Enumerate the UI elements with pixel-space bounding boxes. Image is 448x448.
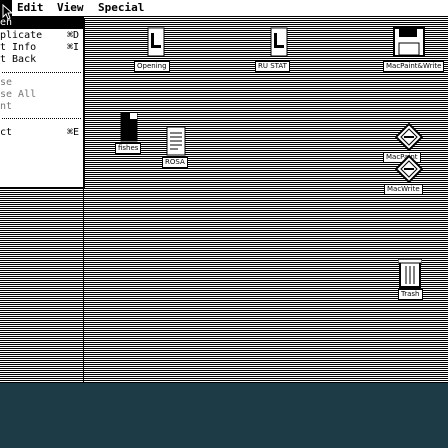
- menu-item-close-all[interactable]: se All: [0, 89, 83, 101]
- menu-edit[interactable]: Edit: [17, 1, 44, 14]
- trash-icon[interactable]: Trash: [392, 258, 432, 300]
- icon-label: Trash: [398, 289, 423, 300]
- menu-item-put-back[interactable]: t Back: [0, 54, 83, 66]
- trash-can-icon: [398, 258, 422, 288]
- menu-separator: [0, 69, 83, 75]
- document-icon-rosa[interactable]: ROSA: [160, 126, 194, 168]
- arrow-cursor-icon: [2, 4, 13, 20]
- menu-view[interactable]: View: [57, 1, 84, 14]
- folder-icon-macpaint-write[interactable]: MacPaint&Write: [383, 27, 445, 73]
- disk-icon: [393, 27, 425, 57]
- screen-bezel: [0, 383, 448, 448]
- menu-bar: Edit View Special: [0, 0, 448, 17]
- icon-label: MacPaint&Write: [383, 61, 445, 72]
- icon-label: MacWrite: [384, 184, 423, 195]
- document-icon-fishes[interactable]: fishes: [115, 112, 155, 154]
- file-menu-dropdown: en plicate ⌘D t Info ⌘I t Back se se All…: [0, 17, 84, 188]
- menu-item-close[interactable]: se: [0, 77, 83, 89]
- menu-item-print[interactable]: nt: [0, 101, 83, 113]
- document-icon: [120, 112, 138, 142]
- document-icon-opening[interactable]: Opening: [130, 27, 180, 73]
- menu-special[interactable]: Special: [98, 1, 144, 14]
- text-document-icon: [166, 126, 186, 156]
- app-icon-macwrite[interactable]: MacWrite: [383, 155, 433, 195]
- icon-label: ROSA: [162, 157, 188, 168]
- menu-item-eject[interactable]: ct ⌘E: [0, 127, 83, 139]
- document-icon-ru-stat[interactable]: RU STAT: [255, 27, 305, 73]
- menu-item-duplicate[interactable]: plicate ⌘D: [0, 30, 83, 42]
- macpaint-icon: [395, 123, 423, 151]
- icon-label: Opening: [134, 61, 170, 72]
- desktop: Edit View Special en plicate ⌘D t Info ⌘…: [0, 0, 448, 383]
- menu-item-get-info[interactable]: t Info ⌘I: [0, 42, 83, 54]
- menu-separator: [0, 115, 83, 121]
- document-icon: [147, 27, 165, 57]
- macwrite-icon: [395, 155, 423, 183]
- document-icon: [270, 27, 288, 57]
- icon-label: RU STAT: [255, 61, 290, 72]
- icon-label: fishes: [115, 143, 142, 154]
